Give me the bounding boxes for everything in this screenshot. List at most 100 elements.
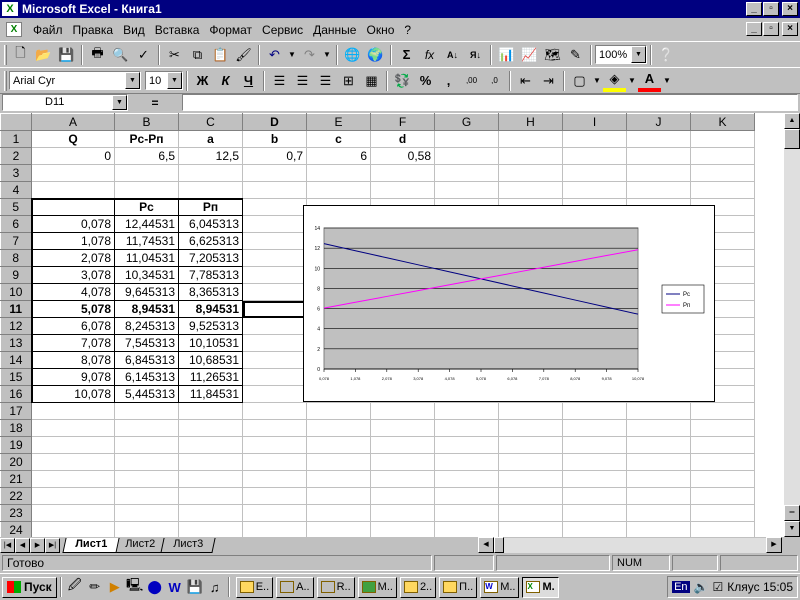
cell[interactable] xyxy=(242,453,307,471)
menu-format[interactable]: Формат xyxy=(204,23,257,37)
sort-asc-icon[interactable]: A↓ xyxy=(441,44,464,66)
toolbar-grip[interactable] xyxy=(4,70,7,91)
sort-desc-icon[interactable]: Я↓ xyxy=(464,44,487,66)
cell[interactable] xyxy=(178,487,243,505)
row-header[interactable]: 2 xyxy=(0,147,32,165)
chart[interactable]: 0 2 4 6 8 10 12 14 0,078 1,078 2,078 3,078 4,078 5,07… xyxy=(303,205,715,402)
column-header[interactable]: H xyxy=(498,113,563,131)
column-header[interactable]: B xyxy=(114,113,179,131)
cell[interactable] xyxy=(306,419,371,437)
cell[interactable] xyxy=(306,453,371,471)
cell[interactable] xyxy=(114,402,179,420)
row-header[interactable]: 6 xyxy=(0,215,32,233)
cell[interactable] xyxy=(31,470,115,488)
scroll-right-button[interactable]: ▶ xyxy=(766,537,782,553)
cell[interactable] xyxy=(690,436,755,454)
cell[interactable] xyxy=(370,453,435,471)
cell[interactable] xyxy=(114,504,179,522)
row-header[interactable]: 17 xyxy=(0,402,32,420)
tab-sheet1[interactable]: Лист1 xyxy=(62,537,120,553)
prev-sheet-button[interactable]: ◀ xyxy=(15,537,30,553)
open-icon[interactable]: 📂 xyxy=(32,44,55,66)
cell[interactable] xyxy=(562,181,627,199)
chevron-down-icon[interactable]: ▼ xyxy=(125,72,140,89)
cell[interactable]: d xyxy=(370,130,435,148)
start-button[interactable]: Пуск xyxy=(2,576,57,598)
cell[interactable] xyxy=(498,504,563,522)
column-header[interactable]: C xyxy=(178,113,243,131)
cell[interactable]: 10,34531 xyxy=(114,266,179,284)
column-header[interactable]: I xyxy=(562,113,627,131)
cell[interactable] xyxy=(434,521,499,537)
cell[interactable]: 6,5 xyxy=(114,147,179,165)
document-icon[interactable]: X xyxy=(6,22,22,37)
cell[interactable]: 9,078 xyxy=(30,368,115,386)
quicklaunch-icon[interactable]: 💾 xyxy=(185,577,205,597)
comma-button[interactable]: , xyxy=(437,70,460,92)
toolbar-grip[interactable] xyxy=(4,44,7,65)
cell[interactable] xyxy=(114,164,179,182)
column-header[interactable]: F xyxy=(370,113,435,131)
cell[interactable] xyxy=(242,317,307,335)
cell[interactable] xyxy=(178,504,243,522)
quicklaunch-icon[interactable]: 🖳 xyxy=(125,577,145,597)
row-header[interactable]: 11 xyxy=(0,300,32,318)
quicklaunch-icon[interactable]: 🖉 xyxy=(65,577,85,597)
cell[interactable]: 4,078 xyxy=(30,283,115,301)
cell[interactable] xyxy=(242,181,307,199)
cell[interactable]: 7,545313 xyxy=(114,334,179,352)
cell[interactable]: 8,078 xyxy=(30,351,115,369)
globe-icon[interactable]: 🗺 xyxy=(541,44,564,66)
cell[interactable] xyxy=(178,521,243,537)
cell[interactable] xyxy=(434,487,499,505)
cell[interactable] xyxy=(498,487,563,505)
menu-edit[interactable]: Правка xyxy=(68,23,119,37)
cell[interactable]: Pп xyxy=(178,197,243,216)
row-header[interactable]: 9 xyxy=(0,266,32,284)
row-header[interactable]: 5 xyxy=(0,198,32,216)
row-header[interactable]: 24 xyxy=(0,521,32,537)
doc-restore-button[interactable]: ▫ xyxy=(763,22,779,36)
cell[interactable] xyxy=(690,147,755,165)
cell[interactable] xyxy=(690,487,755,505)
cell[interactable]: Pc xyxy=(114,197,179,216)
cell[interactable] xyxy=(242,419,307,437)
maximize-button[interactable]: ▫ xyxy=(763,2,779,16)
row-header[interactable]: 3 xyxy=(0,164,32,182)
column-header[interactable]: D xyxy=(242,113,307,131)
cell[interactable] xyxy=(498,147,563,165)
percent-button[interactable]: % xyxy=(414,70,437,92)
cell[interactable] xyxy=(562,419,627,437)
increase-indent-icon[interactable]: ⇥ xyxy=(537,70,560,92)
cell[interactable] xyxy=(562,487,627,505)
cell[interactable] xyxy=(306,504,371,522)
cell[interactable] xyxy=(434,147,499,165)
cell[interactable] xyxy=(242,385,307,403)
cell[interactable] xyxy=(498,436,563,454)
cell[interactable] xyxy=(498,470,563,488)
cell[interactable] xyxy=(690,181,755,199)
cell[interactable] xyxy=(306,164,371,182)
cell[interactable] xyxy=(626,147,691,165)
cell[interactable] xyxy=(306,402,371,420)
cell[interactable] xyxy=(31,521,115,537)
cell[interactable] xyxy=(626,402,691,420)
cell[interactable]: Pc-Pп xyxy=(114,130,179,148)
cell[interactable] xyxy=(242,249,307,267)
cell[interactable] xyxy=(114,521,179,537)
close-button[interactable]: × xyxy=(782,2,798,16)
cell[interactable] xyxy=(434,402,499,420)
cell[interactable]: 6 xyxy=(306,147,371,165)
cell[interactable] xyxy=(690,470,755,488)
cell[interactable]: 7,785313 xyxy=(178,266,243,284)
cell[interactable] xyxy=(242,521,307,537)
cell[interactable] xyxy=(306,436,371,454)
cell[interactable]: Q xyxy=(31,130,115,148)
cell[interactable] xyxy=(114,419,179,437)
cell[interactable] xyxy=(31,453,115,471)
cell[interactable] xyxy=(562,130,627,148)
cell[interactable] xyxy=(498,402,563,420)
cell[interactable] xyxy=(626,470,691,488)
cell[interactable] xyxy=(434,504,499,522)
spelling-icon[interactable]: ✓ xyxy=(132,44,155,66)
